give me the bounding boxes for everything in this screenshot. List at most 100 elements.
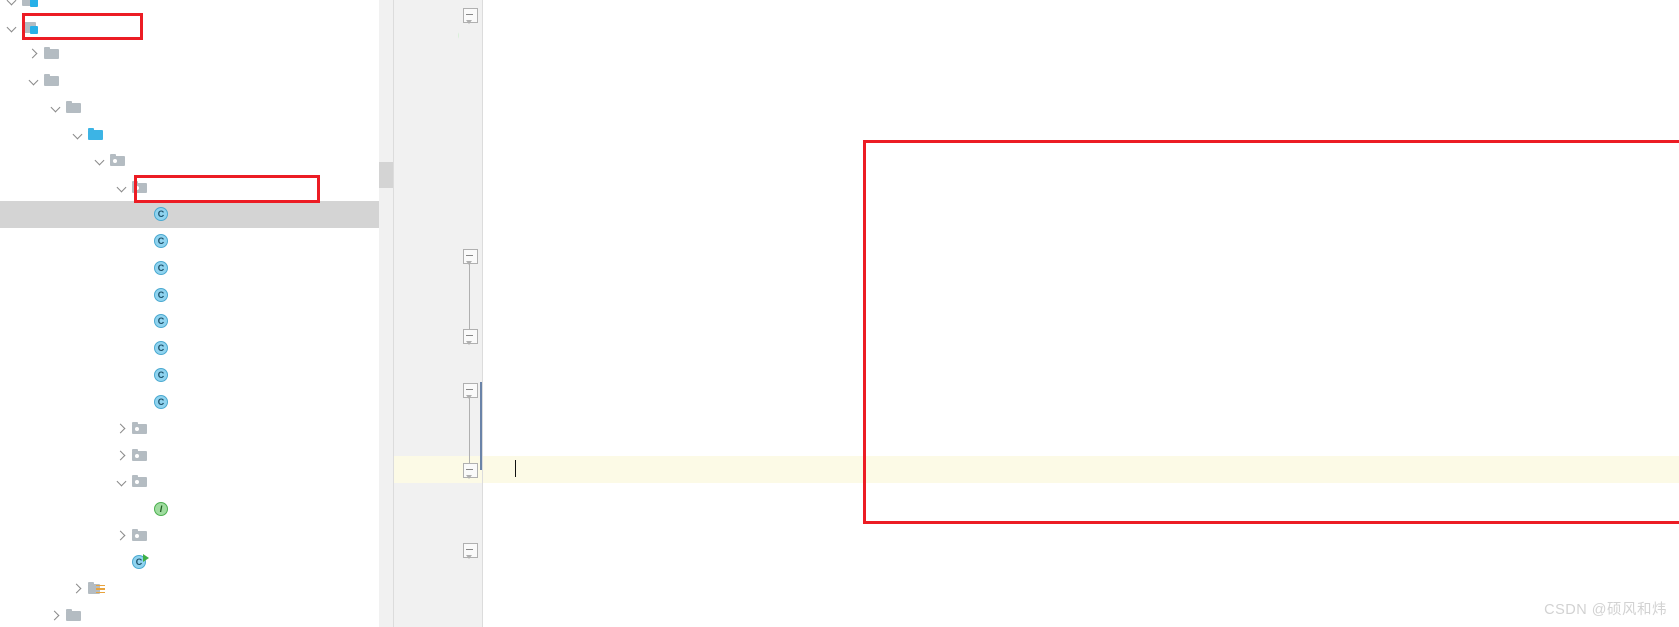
tree-item-orderitemcontroller[interactable]: C <box>0 228 379 255</box>
module-icon <box>22 21 38 34</box>
line-number <box>391 108 451 135</box>
tree-item-mvn[interactable] <box>0 41 379 68</box>
folder-icon <box>44 47 60 60</box>
chevron-down-icon[interactable] <box>6 0 19 7</box>
line-number <box>391 55 451 82</box>
line-number <box>391 162 451 189</box>
folder-icon <box>66 609 82 622</box>
fold-collapse-icon[interactable] <box>463 329 478 345</box>
line-number <box>391 269 451 296</box>
tree-item-productfeignservice[interactable]: I <box>0 495 379 522</box>
package-icon <box>132 528 148 542</box>
chevron-down-icon[interactable] <box>72 128 85 141</box>
chevron-right-icon[interactable] <box>116 422 129 435</box>
tree-item-main[interactable] <box>0 94 379 121</box>
code-text-area[interactable] <box>483 0 1679 627</box>
resources-folder-icon <box>88 581 105 596</box>
java-interface-icon: I <box>154 501 170 517</box>
java-class-icon: C <box>154 394 170 410</box>
tree-item-orderreturnapplycontroller[interactable]: C <box>0 281 379 308</box>
package-icon <box>132 421 148 435</box>
tree-item-resources[interactable] <box>0 576 379 603</box>
fold-guide-method <box>469 395 470 463</box>
chevron-down-icon[interactable] <box>116 181 129 194</box>
java-class-icon: C <box>154 206 170 222</box>
line-number <box>391 188 451 215</box>
java-class-icon: C <box>154 260 170 276</box>
tree-item-ordersettingcontroller[interactable]: C <box>0 335 379 362</box>
chevron-down-icon[interactable] <box>50 101 63 114</box>
csdn-watermark: CSDN @硕风和炜 <box>1544 602 1667 618</box>
fold-collapse-icon[interactable] <box>463 248 478 265</box>
line-number <box>391 376 451 403</box>
tree-item-orderoperatehistorycontroll[interactable]: C <box>0 255 379 282</box>
method-bracket-indicator <box>480 381 482 470</box>
package-icon <box>132 181 148 194</box>
line-number <box>391 295 451 322</box>
code-folding-gutter[interactable] <box>459 0 483 627</box>
fold-guide-javadoc <box>469 261 470 329</box>
line-number <box>391 402 451 429</box>
line-number <box>391 1 451 28</box>
line-number <box>391 536 451 563</box>
chevron-right-icon[interactable] <box>116 529 129 542</box>
chevron-down-icon[interactable] <box>116 475 129 488</box>
chevron-right-icon[interactable] <box>28 47 41 60</box>
tree-item-src[interactable] <box>0 67 379 94</box>
tree-item-dao[interactable] <box>0 415 379 442</box>
tree-item-mallorderapplication[interactable]: C <box>0 549 379 576</box>
tree-item-mall-member[interactable] <box>0 0 379 14</box>
line-number <box>391 215 451 242</box>
fold-collapse-icon[interactable] <box>463 382 478 399</box>
tree-item-service[interactable] <box>0 522 379 549</box>
chevron-right-icon[interactable] <box>50 609 63 622</box>
tree-item-mall-order[interactable] <box>0 14 379 41</box>
tree-item-controller[interactable] <box>0 174 379 201</box>
chevron-down-icon[interactable] <box>94 154 107 167</box>
tree-item-refundinfocontroller[interactable]: C <box>0 388 379 415</box>
package-icon <box>110 154 126 167</box>
project-tool-window[interactable]: CCCCCCCCIC <box>0 0 379 627</box>
line-number <box>391 429 451 456</box>
package-icon <box>132 475 148 488</box>
line-number <box>391 483 451 510</box>
line-number <box>391 349 451 376</box>
chevron-right-icon[interactable] <box>72 582 85 595</box>
line-number <box>391 456 451 483</box>
chevron-down-icon[interactable] <box>6 21 19 34</box>
spring-boot-app-icon: C <box>132 554 149 570</box>
code-line[interactable] <box>514 456 516 483</box>
java-class-icon: C <box>154 313 170 329</box>
line-number <box>391 81 451 108</box>
tree-item-entity[interactable] <box>0 442 379 469</box>
tree-item-test[interactable] <box>0 602 379 627</box>
current-line-highlight <box>483 455 1679 483</box>
tree-item-com-ljw-mall-order[interactable] <box>0 148 379 175</box>
fold-collapse-icon[interactable] <box>463 8 478 24</box>
line-number <box>391 322 451 349</box>
fold-collapse-icon[interactable] <box>463 543 478 559</box>
tree-item-java[interactable] <box>0 121 379 148</box>
folder-icon <box>44 74 60 87</box>
chevron-right-icon[interactable] <box>116 449 129 462</box>
folder-icon <box>66 100 82 114</box>
tree-item-feign[interactable] <box>0 469 379 496</box>
java-class-icon: C <box>154 367 170 383</box>
line-number <box>391 563 451 590</box>
java-class-icon: C <box>154 287 170 303</box>
tree-item-orderreturnreasoncontrolle[interactable]: C <box>0 308 379 335</box>
module-icon <box>22 0 38 7</box>
line-number <box>391 135 451 162</box>
chevron-down-icon[interactable] <box>28 74 41 87</box>
tree-item-ordercontroller[interactable]: C <box>0 201 379 228</box>
tree-item-paymentinfocontroller[interactable]: C <box>0 362 379 389</box>
editor-pane[interactable] <box>379 0 1679 627</box>
line-number <box>391 242 451 269</box>
fold-collapse-icon[interactable] <box>463 462 478 479</box>
